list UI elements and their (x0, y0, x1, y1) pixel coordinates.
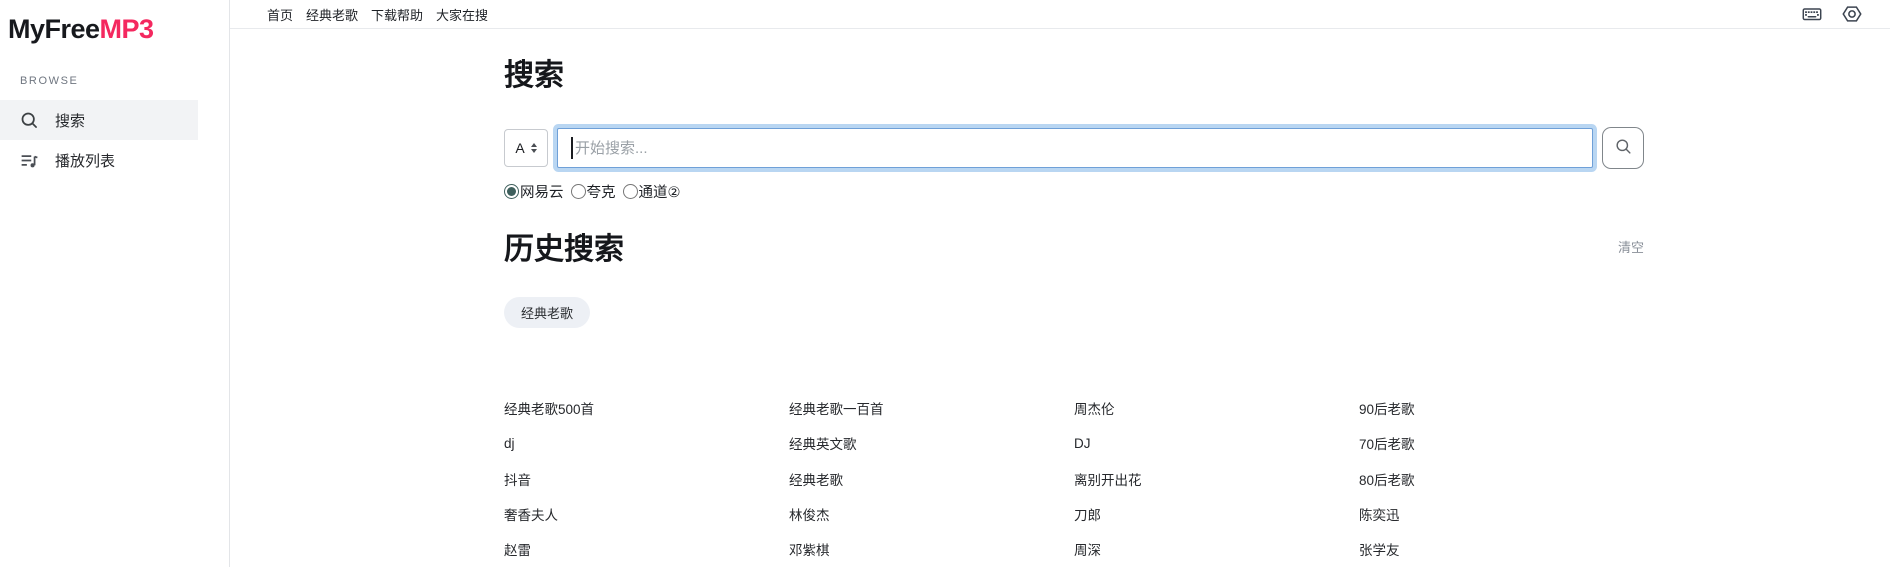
hot-search-item[interactable]: 70后老歌 (1359, 433, 1644, 453)
hot-search-grid: 经典老歌500首 经典老歌一百首 周杰伦 90后老歌 dj 经典英文歌 DJ 7… (504, 390, 1644, 567)
hot-search-item[interactable]: 赵雷 (504, 539, 789, 559)
search-icon (19, 110, 40, 131)
playlist-icon (19, 150, 40, 171)
history-header: 历史搜索 清空 (504, 224, 1644, 268)
hot-search-item[interactable]: 经典英文歌 (789, 433, 1074, 453)
history-tag[interactable]: 经典老歌 (504, 297, 590, 328)
hot-search-item[interactable]: DJ (1074, 436, 1359, 451)
text-caret (571, 137, 573, 159)
source-radio-netease[interactable] (504, 184, 519, 199)
logo-text-primary: MyFree (8, 14, 100, 44)
keyboard-icon[interactable] (1800, 2, 1824, 26)
search-input-wrap (557, 128, 1593, 168)
sidebar-item-playlist[interactable]: 播放列表 (0, 140, 198, 180)
top-navigation: 首页 经典老歌 下载帮助 大家在搜 (267, 5, 488, 24)
source-option-quark[interactable]: 夸克 (571, 181, 616, 202)
search-bar: A (504, 127, 1644, 169)
nav-link-classics[interactable]: 经典老歌 (306, 5, 358, 24)
clear-history-button[interactable]: 清空 (1618, 237, 1644, 256)
content: 搜索 A (504, 29, 1644, 567)
search-page-title: 搜索 (504, 50, 1644, 94)
hot-search-item[interactable]: 周杰伦 (1074, 398, 1359, 418)
source-label: 夸克 (587, 181, 616, 202)
topbar: 首页 经典老歌 下载帮助 大家在搜 (230, 0, 1890, 29)
main-area: 首页 经典老歌 下载帮助 大家在搜 (230, 0, 1890, 567)
hot-search-item[interactable]: 经典老歌一百首 (789, 398, 1074, 418)
hot-search-item[interactable]: 邓紫棋 (789, 539, 1074, 559)
hot-search-item[interactable]: 90后老歌 (1359, 398, 1644, 418)
sidebar-item-label: 搜索 (55, 110, 85, 131)
source-label: 网易云 (520, 181, 564, 202)
logo-text-accent: MP3 (100, 14, 154, 44)
hot-search-item[interactable]: 林俊杰 (789, 504, 1074, 524)
hot-search-item[interactable]: 张学友 (1359, 539, 1644, 559)
nav-link-download-help[interactable]: 下载帮助 (371, 5, 423, 24)
history-tags: 经典老歌 (504, 297, 1644, 328)
hot-search-item[interactable]: 刀郎 (1074, 504, 1359, 524)
nav-link-trending[interactable]: 大家在搜 (436, 5, 488, 24)
history-title: 历史搜索 (504, 224, 624, 268)
source-radio-group: 网易云 夸克 通道② (504, 181, 1644, 202)
search-type-select[interactable]: A (504, 129, 548, 167)
hot-search-item[interactable]: 陈奕迅 (1359, 504, 1644, 524)
source-radio-quark[interactable] (571, 184, 586, 199)
search-input[interactable] (557, 128, 1593, 168)
nav-link-home[interactable]: 首页 (267, 5, 293, 24)
sidebar-item-label: 播放列表 (55, 150, 115, 171)
search-button[interactable] (1602, 127, 1644, 169)
source-option-channel2[interactable]: 通道② (623, 181, 681, 202)
sidebar-item-search[interactable]: 搜索 (0, 100, 198, 140)
hot-search-item[interactable]: 抖音 (504, 469, 789, 489)
hot-search-item[interactable]: 经典老歌 (789, 469, 1074, 489)
hot-search-item[interactable]: 经典老歌500首 (504, 398, 789, 418)
hot-search-item[interactable]: 奢香夫人 (504, 504, 789, 524)
hot-search-item[interactable]: 离别开出花 (1074, 469, 1359, 489)
topbar-icons (1800, 2, 1864, 26)
sidebar-menu: 搜索 播放列表 (0, 100, 229, 180)
source-label: 通道② (639, 181, 681, 202)
hot-search-item[interactable]: dj (504, 436, 789, 451)
hot-search-item[interactable]: 80后老歌 (1359, 469, 1644, 489)
hot-search-item[interactable]: 周深 (1074, 539, 1359, 559)
select-arrows-icon (531, 143, 537, 153)
sidebar: MyFreeMP3 BROWSE 搜索 (0, 0, 230, 567)
source-radio-channel2[interactable] (623, 184, 638, 199)
sidebar-section-label: BROWSE (0, 75, 229, 87)
search-type-value: A (515, 140, 524, 156)
logo[interactable]: MyFreeMP3 (0, 10, 229, 45)
source-option-netease[interactable]: 网易云 (504, 181, 564, 202)
settings-icon[interactable] (1840, 2, 1864, 26)
app-window: MyFreeMP3 BROWSE 搜索 (0, 0, 1890, 567)
magnifier-icon (1614, 137, 1633, 159)
